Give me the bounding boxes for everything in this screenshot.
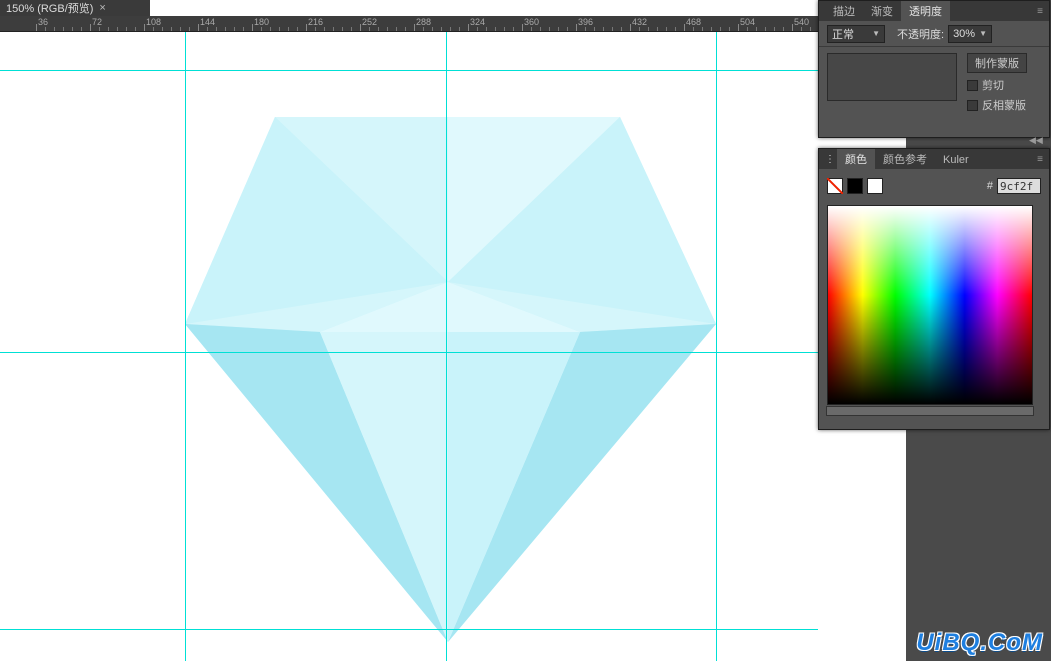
ruler-tick: 180 bbox=[252, 16, 253, 32]
color-spectrum[interactable] bbox=[827, 205, 1033, 405]
ruler-horizontal[interactable]: 36 72 108 144 180 216 252 288 324 360 396 432 468 504… bbox=[0, 16, 818, 32]
guide-horizontal[interactable] bbox=[0, 352, 818, 353]
tab-transparency[interactable]: 透明度 bbox=[901, 1, 950, 21]
ruler-tick: 396 bbox=[576, 16, 577, 32]
tab-gradient[interactable]: 渐变 bbox=[863, 1, 901, 21]
spectrum-slider[interactable] bbox=[826, 406, 1034, 416]
mask-thumbnail[interactable] bbox=[827, 53, 957, 101]
blend-mode-dropdown[interactable]: 正常 ▼ bbox=[827, 25, 885, 43]
ruler-tick: 288 bbox=[414, 16, 415, 32]
opacity-label: 不透明度: bbox=[897, 26, 944, 42]
transparency-panel: 描边 渐变 透明度 ≡ 正常 ▼ 不透明度: 30% ▼ 制作蒙版 剪切 bbox=[818, 0, 1050, 138]
tab-color-guide[interactable]: 颜色参考 bbox=[875, 149, 935, 169]
ruler-tick: 360 bbox=[522, 16, 523, 32]
tab-stroke[interactable]: 描边 bbox=[825, 1, 863, 21]
opacity-input[interactable]: 30% ▼ bbox=[948, 25, 992, 43]
panel-collapse-icon[interactable]: ◀◀ bbox=[1029, 135, 1047, 147]
document-tab[interactable]: 150% (RGB/预览) × bbox=[0, 0, 150, 16]
invert-mask-checkbox[interactable]: 反相蒙版 bbox=[967, 97, 1027, 113]
chevron-down-icon: ▼ bbox=[979, 29, 987, 38]
swatch-white[interactable] bbox=[867, 178, 883, 194]
ruler-tick: 324 bbox=[468, 16, 469, 32]
checkbox-icon bbox=[967, 100, 978, 111]
clip-checkbox[interactable]: 剪切 bbox=[967, 77, 1027, 93]
guide-vertical[interactable] bbox=[446, 32, 447, 661]
canvas[interactable] bbox=[0, 32, 818, 661]
tab-kuler[interactable]: Kuler bbox=[935, 149, 977, 169]
ruler-tick: 540 bbox=[792, 16, 793, 32]
ruler-tick: 468 bbox=[684, 16, 685, 32]
document-title: 150% (RGB/预览) bbox=[6, 0, 93, 16]
ruler-tick: 252 bbox=[360, 16, 361, 32]
guide-vertical[interactable] bbox=[716, 32, 717, 661]
color-panel: ◀◀ ⋮ 颜色 颜色参考 Kuler ≡ # bbox=[818, 148, 1050, 430]
ruler-tick: 144 bbox=[198, 16, 199, 32]
guide-vertical[interactable] bbox=[185, 32, 186, 661]
ruler-tick: 504 bbox=[738, 16, 739, 32]
checkbox-icon bbox=[967, 80, 978, 91]
swatch-none[interactable] bbox=[827, 178, 843, 194]
opacity-value: 30% bbox=[953, 28, 975, 40]
tab-color[interactable]: 颜色 bbox=[837, 149, 875, 169]
close-icon[interactable]: × bbox=[99, 2, 105, 14]
hex-input[interactable] bbox=[997, 178, 1041, 194]
panel-tabs: ⋮ 颜色 颜色参考 Kuler ≡ bbox=[819, 149, 1049, 169]
invert-mask-label: 反相蒙版 bbox=[982, 97, 1026, 113]
swatch-black[interactable] bbox=[847, 178, 863, 194]
ruler-tick: 216 bbox=[306, 16, 307, 32]
blend-mode-value: 正常 bbox=[832, 26, 854, 42]
make-mask-button[interactable]: 制作蒙版 bbox=[967, 53, 1027, 73]
ruler-tick: 432 bbox=[630, 16, 631, 32]
panel-menu-icon[interactable]: ≡ bbox=[1031, 1, 1049, 21]
ruler-tick: 36 bbox=[36, 16, 37, 32]
chevron-down-icon: ▼ bbox=[872, 29, 880, 38]
watermark: UiBQ.CoM bbox=[916, 629, 1043, 657]
hex-hash: # bbox=[987, 180, 993, 192]
panel-menu-icon[interactable]: ≡ bbox=[1031, 149, 1049, 169]
opacity-field: 不透明度: 30% ▼ bbox=[897, 25, 992, 43]
clip-label: 剪切 bbox=[982, 77, 1004, 93]
guide-horizontal[interactable] bbox=[0, 629, 818, 630]
ruler-tick: 72 bbox=[90, 16, 91, 32]
diamond-artwork bbox=[0, 32, 818, 661]
panel-grip-icon: ⋮ bbox=[825, 154, 835, 165]
panel-tabs: 描边 渐变 透明度 ≡ bbox=[819, 1, 1049, 21]
ruler-tick: 108 bbox=[144, 16, 145, 32]
guide-horizontal[interactable] bbox=[0, 70, 818, 71]
